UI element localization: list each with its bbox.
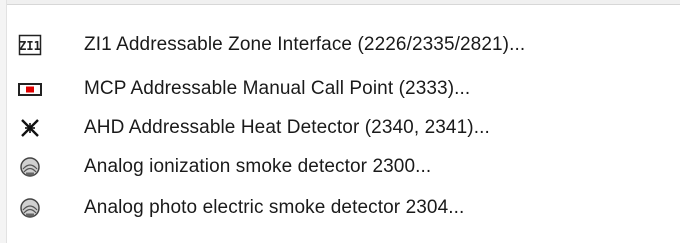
svg-text:ZI1: ZI1 (19, 39, 41, 53)
heat-detector-icon (16, 116, 44, 140)
menu-item-ahd[interactable]: AHD Addressable Heat Detector (2340, 234… (6, 110, 680, 146)
menu-item-label: AHD Addressable Heat Detector (2340, 234… (84, 117, 490, 138)
menu-top-edge (0, 0, 680, 5)
menu-item-label: Analog ionization smoke detector 2300... (84, 156, 432, 177)
manual-call-point-icon (16, 77, 44, 101)
menu-item-zi1[interactable]: ZI1 ZI1 Addressable Zone Interface (2226… (6, 27, 680, 63)
menu-item-label: ZI1 Addressable Zone Interface (2226/233… (84, 34, 526, 55)
menu-item-ionization-smoke[interactable]: Analog ionization smoke detector 2300... (6, 149, 680, 185)
menu-item-label: Analog photo electric smoke detector 230… (84, 197, 465, 218)
zone-interface-icon: ZI1 (16, 33, 44, 57)
smoke-detector-icon (16, 155, 44, 179)
menu-item-label: MCP Addressable Manual Call Point (2333)… (84, 78, 471, 99)
context-menu: ZI1 ZI1 Addressable Zone Interface (2226… (0, 0, 680, 243)
menu-item-photo-smoke[interactable]: Analog photo electric smoke detector 230… (6, 190, 680, 226)
menu-item-mcp[interactable]: MCP Addressable Manual Call Point (2333)… (6, 71, 680, 107)
smoke-detector-icon (16, 196, 44, 220)
